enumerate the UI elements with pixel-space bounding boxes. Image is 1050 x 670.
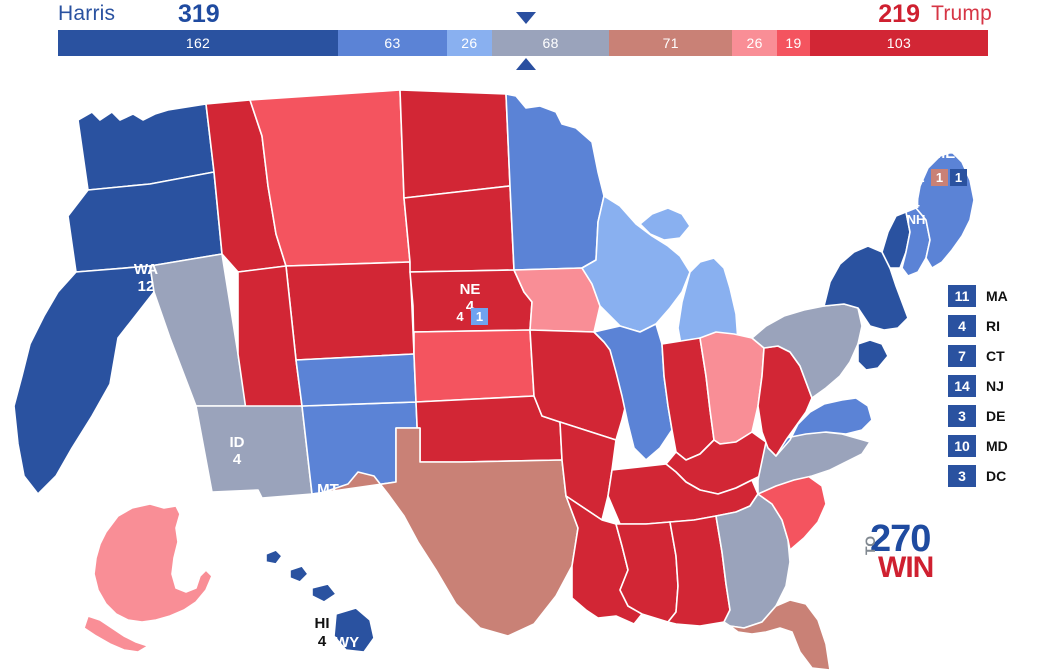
bar-segment-label: 162 — [185, 35, 211, 51]
state-votes-WY: 3 — [343, 651, 351, 668]
maine-district-democrat: 1 — [950, 169, 967, 186]
electoral-map-page: Harris 319 219 Trump 162 63 26 68 71 26 19 103 — [0, 0, 1050, 670]
state-label-UT: UT — [258, 585, 278, 602]
majority-marker-bottom-icon — [516, 58, 536, 70]
bar-segment-1[interactable]: 63 — [338, 30, 447, 56]
state-NV[interactable] — [149, 253, 247, 407]
maine-district-republican: 1 — [931, 169, 948, 186]
state-ND[interactable] — [399, 89, 511, 199]
legend-votes-RI: 4 — [948, 315, 976, 337]
bar-segment-label: 63 — [384, 35, 401, 51]
harris-candidate-name: Harris — [58, 2, 116, 25]
state-CA[interactable] — [13, 265, 155, 495]
state-HI[interactable] — [265, 549, 375, 653]
state-votes-ND: 3 — [458, 632, 466, 649]
state-label-CA: CA — [101, 445, 123, 462]
legend-votes-MA: 11 — [948, 285, 976, 307]
legend-votes-CT: 7 — [948, 345, 976, 367]
state-votes-NV: 6 — [184, 492, 192, 509]
bar-segment-0[interactable]: 162 — [58, 30, 339, 56]
state-KS[interactable] — [413, 329, 535, 403]
state-votes-MT: 4 — [324, 498, 333, 515]
legend-row-MA[interactable]: 11 MA — [948, 285, 1034, 307]
legend-votes-DE: 3 — [948, 405, 976, 427]
trump-candidate-name: Trump — [931, 2, 992, 25]
maine-district-split: 2 1 1 — [913, 169, 967, 186]
legend-row-MD[interactable]: 10 MD — [948, 435, 1034, 457]
state-WY[interactable] — [285, 261, 415, 361]
state-label-OR: OR — [132, 334, 155, 351]
legend-votes-NJ: 14 — [948, 375, 976, 397]
state-label-HI: HI — [315, 615, 330, 632]
state-SD[interactable] — [403, 185, 515, 273]
legend-abbr-MD: MD — [986, 438, 1008, 454]
bar-segment-4[interactable]: 71 — [609, 30, 733, 56]
bar-segment-2[interactable]: 26 — [446, 30, 492, 56]
legend-abbr-MA: MA — [986, 288, 1008, 304]
nebraska-district-democrat: 1 — [471, 308, 488, 325]
bar-segment-5[interactable]: 26 — [732, 30, 778, 56]
legend-votes-DC: 3 — [948, 465, 976, 487]
state-votes-CA: 54 — [104, 462, 121, 479]
bar-segment-7[interactable]: 103 — [809, 30, 988, 56]
legend-abbr-NJ: NJ — [986, 378, 1004, 394]
electoral-vote-bar[interactable]: 162 63 26 68 71 26 19 103 — [58, 30, 988, 56]
small-states-legend: 11 MA 4 RI 7 CT 14 NJ 3 DE 10 MD 3 DC — [948, 285, 1034, 495]
bar-segment-label: 26 — [461, 35, 478, 51]
legend-abbr-CT: CT — [986, 348, 1005, 364]
state-CO[interactable] — [295, 353, 417, 407]
harris-electoral-total: 319 — [178, 0, 220, 28]
legend-row-DE[interactable]: 3 DE — [948, 405, 1034, 427]
maine-statewide-votes: 2 — [917, 170, 925, 185]
legend-row-DC[interactable]: 3 DC — [948, 465, 1034, 487]
legend-row-CT[interactable]: 7 CT — [948, 345, 1034, 367]
state-AZ[interactable] — [195, 405, 313, 499]
bar-segment-6[interactable]: 19 — [777, 30, 810, 56]
bar-segment-3[interactable]: 68 — [491, 30, 610, 56]
state-votes-HI: 4 — [318, 633, 327, 650]
legend-abbr-RI: RI — [986, 318, 1000, 334]
nebraska-district-split: 4 1 — [452, 308, 488, 325]
bar-segment-label: 71 — [662, 35, 679, 51]
bar-segment-label: 19 — [785, 35, 802, 51]
trump-electoral-total: 219 — [878, 0, 920, 28]
270towin-logo: 270 TO WIN — [862, 518, 970, 584]
electoral-vote-header: Harris 319 219 Trump 162 63 26 68 71 26 19 103 — [0, 0, 1050, 76]
legend-row-NJ[interactable]: 14 NJ — [948, 375, 1034, 397]
legend-abbr-DE: DE — [986, 408, 1006, 424]
logo-to-text: TO — [862, 535, 878, 555]
state-AK[interactable] — [83, 503, 213, 653]
state-votes-UT: 6 — [264, 602, 272, 619]
nebraska-statewide-votes: 4 — [456, 309, 464, 324]
state-votes-OR: 8 — [139, 351, 147, 368]
bar-segment-label: 68 — [542, 35, 559, 51]
legend-abbr-DC: DC — [986, 468, 1007, 484]
state-label-VT: VT — [888, 182, 905, 197]
majority-marker-top-icon — [516, 12, 536, 24]
legend-votes-MD: 10 — [948, 435, 976, 457]
state-label-NV: NV — [178, 475, 199, 492]
bar-segment-label: 26 — [746, 35, 763, 51]
logo-win-text: WIN — [878, 551, 934, 584]
legend-row-RI[interactable]: 4 RI — [948, 315, 1034, 337]
bar-segment-label: 103 — [886, 35, 912, 51]
state-votes-VT: 3 — [892, 198, 899, 213]
state-MN[interactable] — [505, 93, 605, 271]
